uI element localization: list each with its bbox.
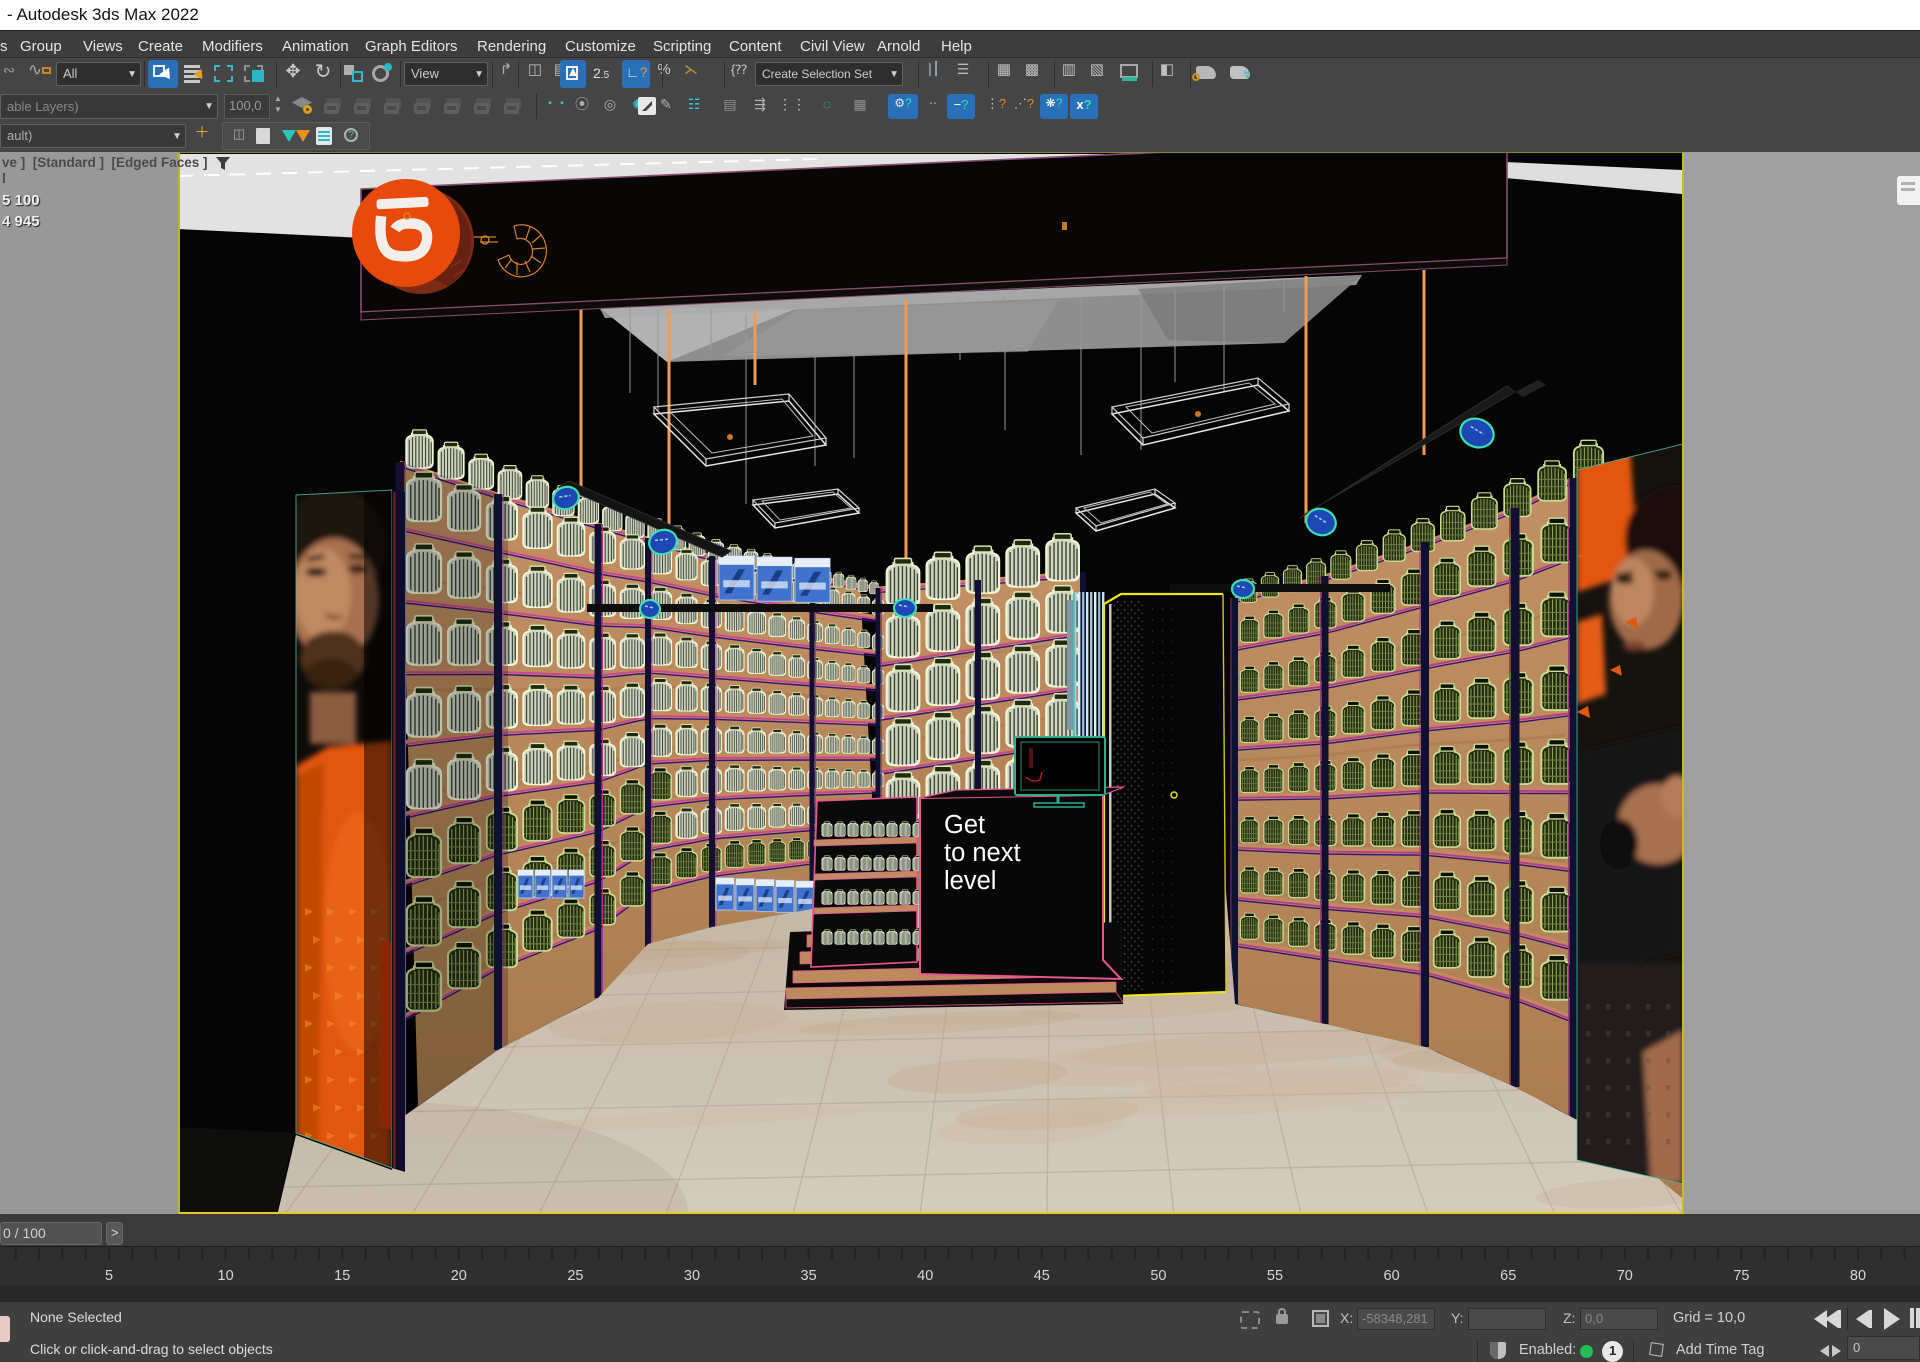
svg-text:5: 5 [105, 1268, 113, 1284]
svg-text:80: 80 [1850, 1268, 1866, 1284]
svg-text:20: 20 [451, 1268, 467, 1284]
svg-text:10: 10 [218, 1268, 234, 1284]
svg-text:level: level [944, 867, 996, 895]
svg-text:75: 75 [1733, 1268, 1749, 1284]
svg-text:70: 70 [1617, 1268, 1633, 1284]
svg-text:30: 30 [684, 1268, 700, 1284]
svg-text:15: 15 [334, 1268, 350, 1284]
svg-text:50: 50 [1150, 1268, 1166, 1284]
svg-text:55: 55 [1267, 1268, 1283, 1284]
svg-text:35: 35 [801, 1268, 817, 1284]
svg-text:65: 65 [1500, 1268, 1516, 1284]
svg-text:60: 60 [1384, 1268, 1400, 1284]
svg-text:to next: to next [944, 839, 1021, 867]
svg-text:45: 45 [1034, 1268, 1050, 1284]
svg-text:Get: Get [944, 811, 985, 839]
svg-text:25: 25 [567, 1268, 583, 1284]
svg-text:40: 40 [917, 1268, 933, 1284]
